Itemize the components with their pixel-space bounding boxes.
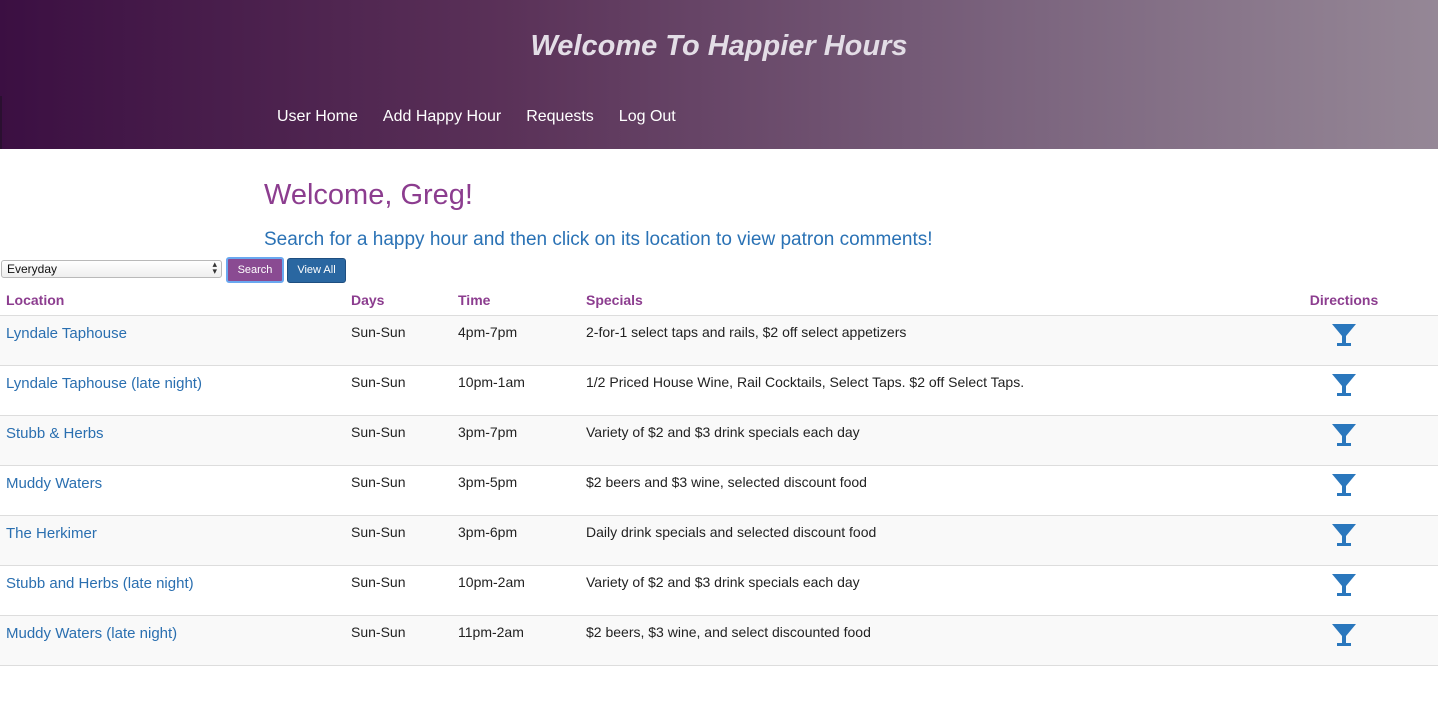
cell-directions bbox=[1250, 465, 1438, 516]
cocktail-glass-icon[interactable] bbox=[1331, 322, 1357, 351]
cell-specials: Variety of $2 and $3 drink specials each… bbox=[580, 415, 1250, 466]
cell-time: 3pm-7pm bbox=[452, 415, 580, 466]
nav-log-out[interactable]: Log Out bbox=[619, 108, 676, 126]
cocktail-glass-icon[interactable] bbox=[1331, 472, 1357, 501]
instructions-text: Search for a happy hour and then click o… bbox=[264, 229, 933, 250]
cell-directions bbox=[1250, 565, 1438, 616]
cocktail-glass-icon[interactable] bbox=[1331, 572, 1357, 601]
location-link[interactable]: Lyndale Taphouse (late night) bbox=[6, 375, 202, 392]
cell-directions bbox=[1250, 615, 1438, 666]
cell-location: Lyndale Taphouse bbox=[0, 315, 345, 366]
cocktail-glass-icon[interactable] bbox=[1331, 622, 1357, 651]
cell-specials: 2-for-1 select taps and rails, $2 off se… bbox=[580, 315, 1250, 366]
nav-user-home[interactable]: User Home bbox=[277, 108, 358, 126]
cell-location: Muddy Waters (late night) bbox=[0, 615, 345, 666]
cell-directions bbox=[1250, 315, 1438, 366]
cell-time: 11pm-2am bbox=[452, 615, 580, 666]
table-body: Lyndale Taphouse Sun-Sun 4pm-7pm 2-for-1 se… bbox=[0, 315, 1438, 666]
location-link[interactable]: Muddy Waters (late night) bbox=[6, 625, 177, 642]
table-row: Stubb and Herbs (late night) Sun-Sun 10pm-… bbox=[0, 565, 1438, 616]
cell-directions bbox=[1250, 415, 1438, 466]
table-header-row: Location Days Time Specials Directions bbox=[0, 284, 1438, 316]
day-select[interactable]: Everyday ▴ ▾ bbox=[1, 260, 222, 278]
day-select-value: Everyday bbox=[7, 262, 58, 276]
cell-location: The Herkimer bbox=[0, 515, 345, 566]
cell-days: Sun-Sun bbox=[345, 615, 452, 666]
cell-days: Sun-Sun bbox=[345, 465, 452, 516]
cell-days: Sun-Sun bbox=[345, 415, 452, 466]
location-link[interactable]: The Herkimer bbox=[6, 525, 97, 542]
site-title: Welcome To Happier Hours bbox=[530, 30, 908, 62]
cell-time: 3pm-5pm bbox=[452, 465, 580, 516]
header-divider bbox=[0, 96, 2, 149]
cell-time: 10pm-2am bbox=[452, 565, 580, 616]
nav-requests[interactable]: Requests bbox=[526, 108, 594, 126]
cell-days: Sun-Sun bbox=[345, 315, 452, 366]
cocktail-glass-icon[interactable] bbox=[1331, 422, 1357, 451]
cell-location: Muddy Waters bbox=[0, 465, 345, 516]
location-link[interactable]: Lyndale Taphouse bbox=[6, 325, 127, 342]
header-specials: Specials bbox=[580, 284, 1250, 316]
cell-days: Sun-Sun bbox=[345, 565, 452, 616]
cocktail-glass-icon[interactable] bbox=[1331, 372, 1357, 401]
cell-time: 3pm-6pm bbox=[452, 515, 580, 566]
cell-specials: Daily drink specials and selected discou… bbox=[580, 515, 1250, 566]
table-row: The Herkimer Sun-Sun 3pm-6pm Daily drink sp… bbox=[0, 515, 1438, 566]
cell-time: 10pm-1am bbox=[452, 365, 580, 416]
table-row: Lyndale Taphouse Sun-Sun 4pm-7pm 2-for-1 se… bbox=[0, 315, 1438, 366]
cell-location: Stubb and Herbs (late night) bbox=[0, 565, 345, 616]
cocktail-glass-icon[interactable] bbox=[1331, 522, 1357, 551]
table-row: Stubb & Herbs Sun-Sun 3pm-7pm Variety of $2… bbox=[0, 415, 1438, 466]
location-link[interactable]: Muddy Waters bbox=[6, 475, 102, 492]
header-time: Time bbox=[452, 284, 580, 316]
search-button[interactable]: Search bbox=[226, 257, 284, 283]
header-days: Days bbox=[345, 284, 452, 316]
location-link[interactable]: Stubb & Herbs bbox=[6, 425, 104, 442]
cell-location: Lyndale Taphouse (late night) bbox=[0, 365, 345, 416]
header-location: Location bbox=[0, 284, 345, 316]
happy-hour-table: Location Days Time Specials Directions L… bbox=[0, 284, 1438, 666]
cell-specials: $2 beers, $3 wine, and select discounted… bbox=[580, 615, 1250, 666]
select-arrows-icon: ▴ ▾ bbox=[212, 259, 217, 276]
table-row: Muddy Waters Sun-Sun 3pm-5pm $2 beers and $… bbox=[0, 465, 1438, 516]
header-directions: Directions bbox=[1250, 284, 1438, 316]
cell-specials: 1/2 Priced House Wine, Rail Cocktails, S… bbox=[580, 365, 1250, 416]
cell-days: Sun-Sun bbox=[345, 365, 452, 416]
nav-add-happy-hour[interactable]: Add Happy Hour bbox=[383, 108, 501, 126]
location-link[interactable]: Stubb and Herbs (late night) bbox=[6, 575, 194, 592]
cell-time: 4pm-7pm bbox=[452, 315, 580, 366]
cell-directions bbox=[1250, 515, 1438, 566]
table-row: Lyndale Taphouse (late night) Sun-Sun 10pm… bbox=[0, 365, 1438, 416]
cell-days: Sun-Sun bbox=[345, 515, 452, 566]
site-header: Welcome To Happier Hours User Home Add H… bbox=[0, 0, 1438, 149]
cell-specials: Variety of $2 and $3 drink specials each… bbox=[580, 565, 1250, 616]
cell-directions bbox=[1250, 365, 1438, 416]
view-all-button[interactable]: View All bbox=[287, 258, 346, 283]
table-row: Muddy Waters (late night) Sun-Sun 11pm-2am… bbox=[0, 615, 1438, 666]
main-nav: User Home Add Happy Hour Requests Log Ou… bbox=[277, 108, 701, 126]
cell-location: Stubb & Herbs bbox=[0, 415, 345, 466]
cell-specials: $2 beers and $3 wine, selected discount … bbox=[580, 465, 1250, 516]
welcome-heading: Welcome, Greg! bbox=[264, 179, 473, 211]
